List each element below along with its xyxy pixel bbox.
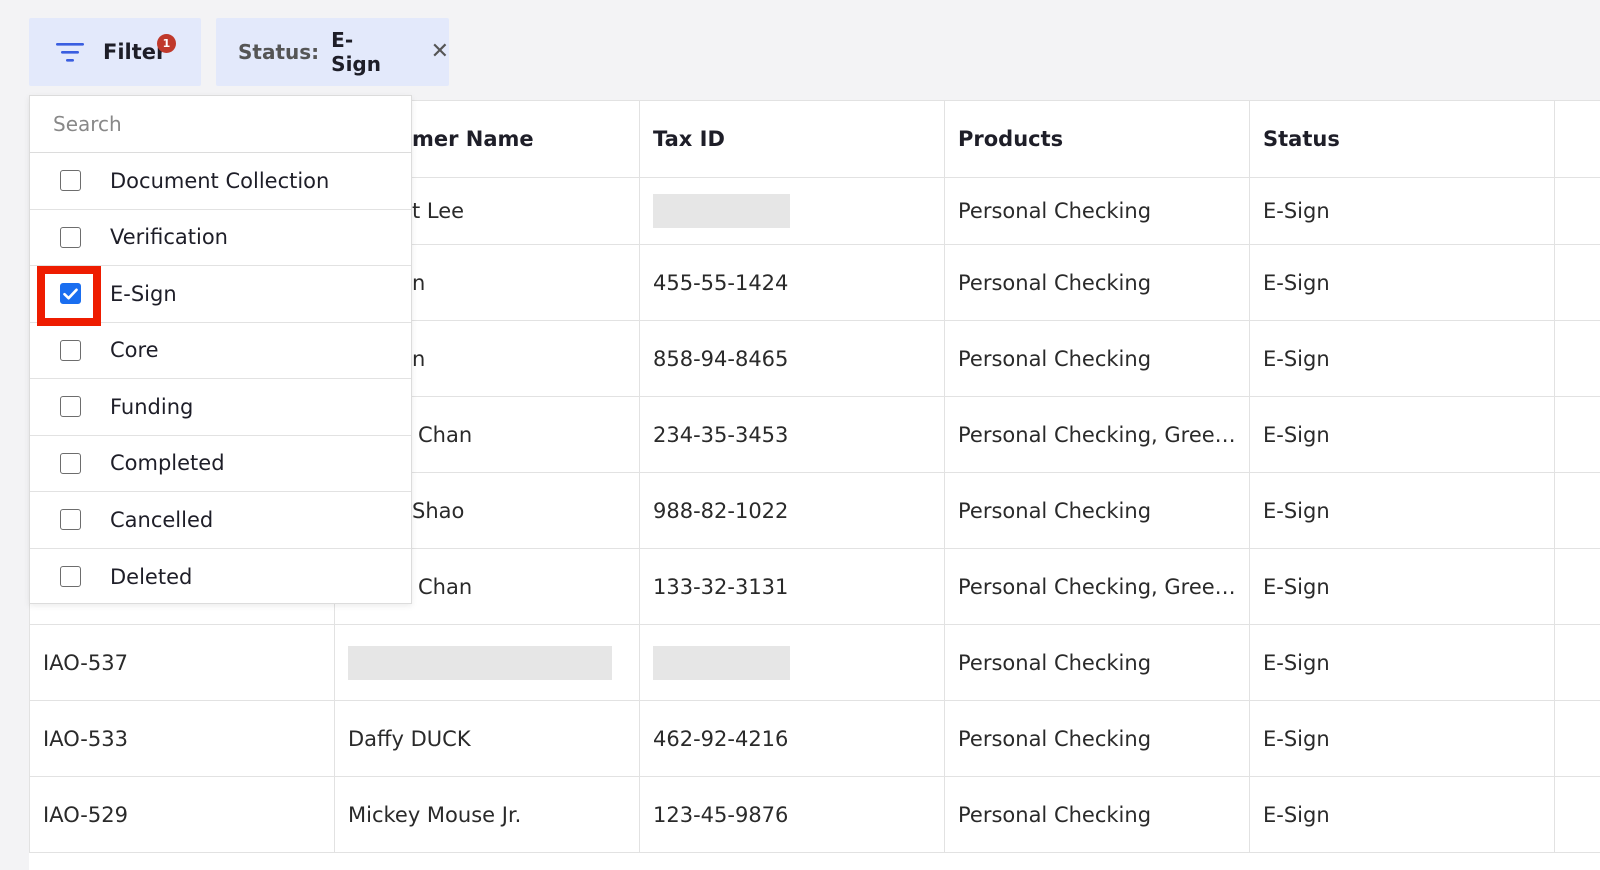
option-label: Funding (110, 394, 194, 419)
table-cell: Personal Checking (944, 177, 1250, 245)
customer-name-skeleton-cell (334, 624, 640, 701)
status-option-list: Document Collection Verification E-Sign … (30, 153, 411, 605)
table-cell: IAO-537 (29, 624, 335, 701)
table-row[interactable]: IAO-537 Personal Checking E-Sign (29, 624, 1600, 701)
table-cell: Personal Checking (944, 700, 1250, 777)
option-label: Document Collection (110, 168, 330, 193)
table-cell: E-Sign (1249, 320, 1555, 397)
table-cell: 858-94-8465 (639, 320, 945, 397)
table-cell: Personal Checking (944, 776, 1250, 853)
status-option-e-sign[interactable]: E-Sign (30, 266, 411, 326)
table-cell: E-Sign (1249, 396, 1555, 473)
filter-bar: Filter 1 Status: E-Sign ✕ (29, 18, 449, 86)
option-label: Cancelled (110, 507, 214, 532)
checkbox[interactable] (60, 509, 81, 531)
table-row[interactable]: IAO-533 Daffy DUCK 462-92-4216 Personal … (29, 700, 1600, 777)
checkbox-checked[interactable] (60, 283, 81, 305)
table-cell: Personal Checking (944, 244, 1250, 321)
table-cell (1554, 244, 1600, 321)
table-cell: 455-55-1424 (639, 244, 945, 321)
table-cell: 462-92-4216 (639, 700, 945, 777)
status-option-cancelled[interactable]: Cancelled (30, 492, 411, 549)
table-cell (1554, 177, 1600, 245)
table-cell (1554, 320, 1600, 397)
checkmark-icon (63, 288, 78, 300)
column-header-status[interactable]: Status (1249, 100, 1555, 178)
checkbox[interactable] (60, 566, 81, 588)
chip-key: Status: (238, 40, 320, 64)
table-cell: Personal Checking (944, 320, 1250, 397)
table-cell: 123-45-9876 (639, 776, 945, 853)
checkbox[interactable] (60, 396, 81, 418)
table-cell: 234-35-3453 (639, 396, 945, 473)
search-input[interactable] (30, 96, 411, 153)
table-cell: 988-82-1022 (639, 472, 945, 549)
table-cell (1554, 624, 1600, 701)
table-cell: IAO-529 (29, 776, 335, 853)
chip-value: E-Sign (331, 28, 381, 76)
table-cell (1554, 548, 1600, 625)
table-cell: Personal Checking (944, 472, 1250, 549)
status-option-verification[interactable]: Verification (30, 210, 411, 266)
loading-placeholder (653, 194, 790, 228)
table-cell: Personal Checking, Green ... (944, 396, 1250, 473)
table-cell: Personal Checking (944, 624, 1250, 701)
table-cell: Personal Checking, Green ... (944, 548, 1250, 625)
table-cell: E-Sign (1249, 700, 1555, 777)
table-cell (1554, 396, 1600, 473)
option-label: Completed (110, 451, 225, 476)
filter-icon (56, 43, 84, 62)
table-cell: E-Sign (1249, 548, 1555, 625)
status-option-funding[interactable]: Funding (30, 379, 411, 436)
loading-placeholder (653, 645, 790, 680)
table-row[interactable]: IAO-529 Mickey Mouse Jr. 123-45-9876 Per… (29, 776, 1600, 853)
table-cell: Mickey Mouse Jr. (334, 776, 640, 853)
status-option-document-collection[interactable]: Document Collection (30, 153, 411, 210)
table-cell: E-Sign (1249, 624, 1555, 701)
checkbox[interactable] (60, 170, 81, 192)
checkbox[interactable] (60, 339, 81, 361)
table-cell (1554, 472, 1600, 549)
tax-id-skeleton-cell (639, 624, 945, 701)
option-label: Deleted (110, 564, 193, 589)
column-header-tax-id[interactable]: Tax ID (639, 100, 945, 178)
table-cell: E-Sign (1249, 472, 1555, 549)
loading-placeholder (348, 645, 612, 680)
column-header-products[interactable]: Products (944, 100, 1250, 178)
status-option-core[interactable]: Core (30, 323, 411, 379)
option-label: E-Sign (110, 281, 177, 306)
table-cell (1554, 700, 1600, 777)
table-cell: E-Sign (1249, 244, 1555, 321)
column-header[interactable] (1554, 100, 1600, 178)
table-cell (1554, 776, 1600, 853)
table-cell: E-Sign (1249, 177, 1555, 245)
status-option-deleted[interactable]: Deleted (30, 549, 411, 606)
filter-count-badge: 1 (157, 34, 176, 53)
checkbox[interactable] (60, 452, 81, 474)
table-cell: E-Sign (1249, 776, 1555, 853)
status-filter-chip: Status: E-Sign ✕ (216, 18, 449, 86)
status-option-completed[interactable]: Completed (30, 436, 411, 492)
checkbox[interactable] (60, 226, 81, 248)
option-label: Verification (110, 225, 228, 250)
tax-id-skeleton-cell (639, 177, 945, 245)
filter-button[interactable]: Filter 1 (29, 18, 201, 86)
option-label: Core (110, 338, 159, 363)
table-cell: 133-32-3131 (639, 548, 945, 625)
close-icon[interactable]: ✕ (431, 41, 449, 63)
status-filter-dropdown: Document Collection Verification E-Sign … (29, 95, 412, 604)
table-cell: IAO-533 (29, 700, 335, 777)
table-cell: Daffy DUCK (334, 700, 640, 777)
